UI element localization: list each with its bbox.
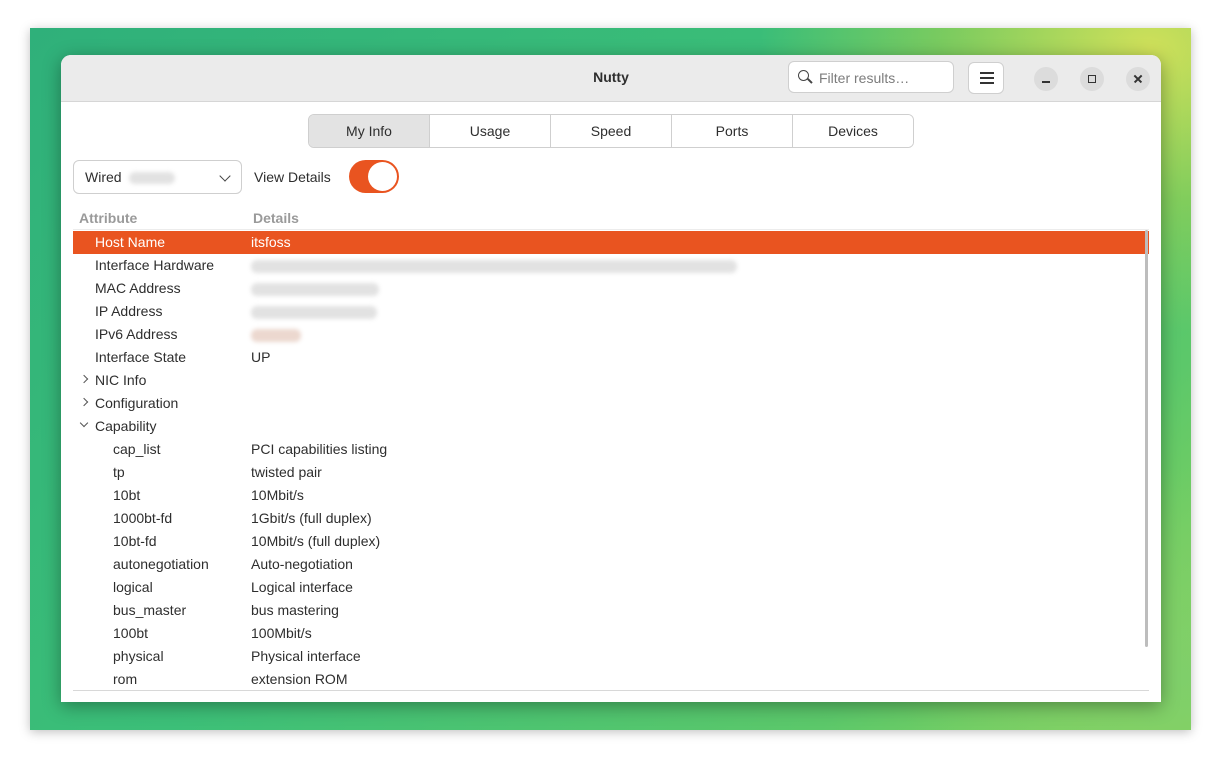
redacted-value (251, 329, 301, 343)
row-attribute: IPv6 Address (95, 326, 178, 342)
redacted-value (251, 260, 737, 274)
row-detail-redacted (251, 303, 377, 320)
table-row[interactable]: Interface State UP (73, 346, 1149, 369)
table-row[interactable]: Host Name itsfoss (73, 231, 1149, 254)
tab-devices[interactable]: Devices (793, 115, 913, 147)
row-detail-redacted (251, 257, 737, 274)
redacted-interface-name (129, 172, 176, 185)
chevron-right-icon[interactable] (79, 397, 89, 407)
table-row[interactable]: 100bt 100Mbit/s (73, 622, 1149, 645)
table-header: Attribute Details (73, 205, 1149, 230)
tab-speed[interactable]: Speed (551, 115, 672, 147)
table-row[interactable]: tp twisted pair (73, 461, 1149, 484)
interface-dropdown-label: Wired (85, 169, 122, 185)
row-attribute: cap_list (113, 441, 161, 457)
redacted-value (251, 306, 377, 320)
interface-dropdown-value: Wired (85, 169, 176, 185)
row-detail: 10Mbit/s (251, 487, 304, 503)
row-detail: Auto-negotiation (251, 556, 353, 572)
table-row[interactable]: Interface Hardware (73, 254, 1149, 277)
table-row[interactable]: IP Address (73, 300, 1149, 323)
row-attribute: Configuration (95, 395, 179, 411)
row-detail: UP (251, 349, 271, 365)
table-row-expandable[interactable]: NIC Info (73, 369, 1149, 392)
row-attribute: 100bt (113, 625, 149, 641)
table-row[interactable]: 10bt 10Mbit/s (73, 484, 1149, 507)
row-attribute: 10bt (113, 487, 141, 503)
search-placeholder: Filter results… (819, 70, 910, 86)
table-scrollbar[interactable] (1145, 230, 1148, 647)
table-row[interactable]: MAC Address (73, 277, 1149, 300)
row-detail: 10Mbit/s (full duplex) (251, 533, 381, 549)
row-detail: Physical interface (251, 648, 361, 664)
row-detail: bus mastering (251, 602, 339, 618)
table-row[interactable]: cap_list PCI capabilities listing (73, 438, 1149, 461)
row-detail: 1Gbit/s (full duplex) (251, 510, 372, 526)
minimize-button[interactable] (1034, 67, 1058, 91)
maximize-button[interactable] (1080, 67, 1104, 91)
app-window: Nutty Filter results… My Info Usage Spee… (61, 55, 1161, 702)
table-row-expandable[interactable]: Capability (73, 415, 1149, 438)
table-row[interactable]: bus_master bus mastering (73, 599, 1149, 622)
row-attribute: Interface State (95, 349, 187, 365)
view-details-label: View Details (254, 169, 331, 185)
hamburger-menu-icon-bar (980, 82, 994, 84)
info-table: Attribute Details Host Name itsfoss Inte… (73, 205, 1149, 691)
row-attribute: NIC Info (95, 372, 147, 388)
search-icon (798, 70, 809, 81)
row-detail-redacted (251, 280, 379, 297)
main-menu-button[interactable] (968, 62, 1004, 94)
chevron-down-icon[interactable] (79, 418, 89, 428)
row-detail-redacted (251, 326, 301, 343)
row-attribute: IP Address (95, 303, 163, 319)
column-header-details[interactable]: Details (253, 210, 299, 226)
table-row[interactable]: autonegotiation Auto-negotiation (73, 553, 1149, 576)
row-detail: itsfoss (251, 234, 291, 250)
redacted-value (251, 283, 379, 297)
column-header-attribute[interactable]: Attribute (79, 210, 137, 226)
row-attribute: autonegotiation (113, 556, 209, 572)
row-attribute: physical (113, 648, 164, 664)
row-attribute: 10bt-fd (113, 533, 157, 549)
row-detail: twisted pair (251, 464, 322, 480)
chevron-right-icon[interactable] (79, 374, 89, 384)
row-attribute: Capability (95, 418, 157, 434)
row-detail: PCI capabilities listing (251, 441, 388, 457)
table-row[interactable]: physical Physical interface (73, 645, 1149, 668)
hamburger-menu-icon-bar (980, 77, 994, 79)
row-detail: Logical interface (251, 579, 353, 595)
row-attribute: 1000bt-fd (113, 510, 173, 526)
tab-ports[interactable]: Ports (672, 115, 793, 147)
toggle-knob (368, 162, 397, 191)
row-attribute: bus_master (113, 602, 187, 618)
table-row[interactable]: rom extension ROM (73, 668, 1149, 690)
title-bar[interactable]: Nutty Filter results… (61, 55, 1161, 102)
table-row[interactable]: logical Logical interface (73, 576, 1149, 599)
row-attribute: Host Name (95, 234, 166, 250)
search-field[interactable]: Filter results… (788, 61, 954, 93)
table-row-expandable[interactable]: Configuration (73, 392, 1149, 415)
row-attribute: tp (113, 464, 125, 480)
row-detail: extension ROM (251, 671, 348, 687)
row-detail: 100Mbit/s (251, 625, 312, 641)
row-attribute: Interface Hardware (95, 257, 215, 273)
close-button[interactable] (1126, 67, 1150, 91)
row-attribute: MAC Address (95, 280, 181, 296)
table-row[interactable]: 1000bt-fd 1Gbit/s (full duplex) (73, 507, 1149, 530)
interface-dropdown[interactable]: Wired (73, 160, 242, 194)
row-attribute: rom (113, 671, 138, 687)
table-row[interactable]: IPv6 Address (73, 323, 1149, 346)
tab-usage[interactable]: Usage (430, 115, 551, 147)
table-rows: Host Name itsfoss Interface Hardware MAC… (73, 231, 1149, 690)
row-attribute: logical (113, 579, 153, 595)
chevron-down-icon (219, 170, 231, 182)
view-details-toggle[interactable] (349, 160, 399, 193)
hamburger-menu-icon (980, 72, 994, 74)
tab-my-info[interactable]: My Info (309, 115, 430, 147)
table-row[interactable]: 10bt-fd 10Mbit/s (full duplex) (73, 530, 1149, 553)
view-switcher: My Info Usage Speed Ports Devices (308, 114, 914, 148)
